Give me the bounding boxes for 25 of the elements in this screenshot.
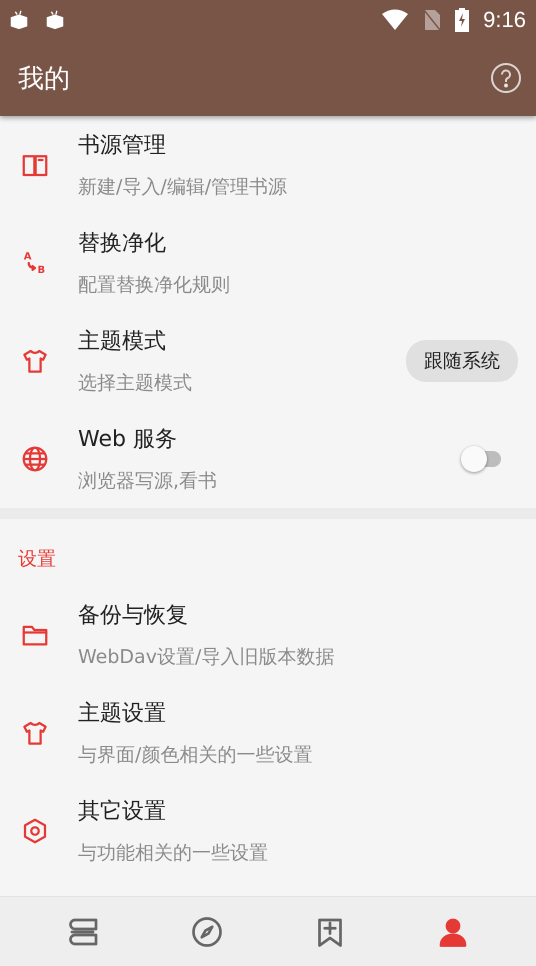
item-title: Web 服务: [78, 426, 178, 454]
item-title: 主题模式: [78, 328, 167, 356]
item-title: 书源管理: [78, 132, 167, 160]
box-icon: [44, 9, 66, 31]
item-subtitle: 浏览器写源,看书: [78, 469, 218, 494]
section-header: 设置: [18, 547, 56, 572]
item-title: 备份与恢复: [78, 602, 189, 630]
battery-icon: [455, 8, 470, 32]
item-subtitle: 与功能相关的一些设置: [78, 841, 269, 866]
globe-icon: [20, 444, 50, 474]
item-title: 替换净化: [78, 230, 167, 258]
item-subtitle: 配置替换净化规则: [78, 273, 231, 298]
status-time: 9:16: [483, 7, 526, 33]
help-icon[interactable]: [490, 62, 522, 94]
item-subtitle: 新建/导入/编辑/管理书源: [78, 175, 288, 200]
wifi-icon: [381, 9, 410, 31]
item-subtitle: 与界面/颜色相关的一些设置: [78, 743, 314, 768]
item-title: 主题设置: [78, 700, 167, 728]
box-icon: [8, 9, 30, 31]
item-title: 其它设置: [78, 798, 167, 826]
no-sim-icon: [423, 9, 442, 31]
item-subtitle: WebDav设置/导入旧版本数据: [78, 645, 336, 670]
theme-mode-chip[interactable]: 跟随系统: [406, 340, 518, 382]
page-title: 我的: [18, 62, 71, 96]
item-subtitle: 选择主题模式: [78, 371, 193, 396]
